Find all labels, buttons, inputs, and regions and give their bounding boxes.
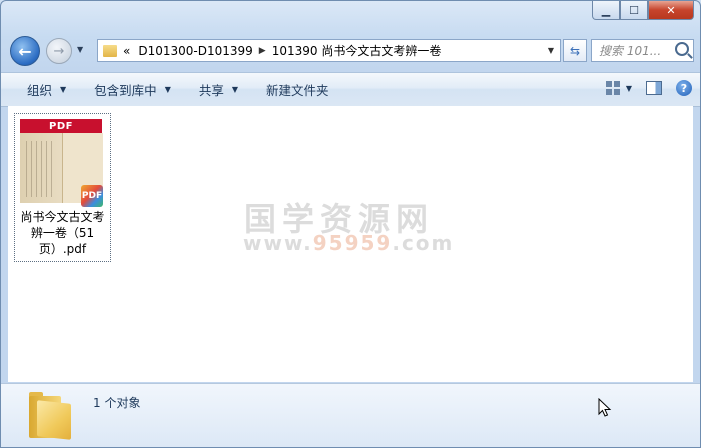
maximize-button[interactable]: ☐: [620, 1, 648, 20]
watermark-url-suffix: .com: [392, 231, 455, 255]
help-icon[interactable]: ?: [676, 80, 692, 96]
share-label: 共享: [198, 83, 224, 98]
breadcrumb-separator-icon[interactable]: ▶: [259, 46, 266, 56]
search-input[interactable]: [592, 42, 681, 59]
pdf-badge-icon: PDF: [81, 185, 103, 207]
explorer-window: ▁ ☐ ✕ ← → ▼ « D101300-D101399 ▶ 101390 尚…: [0, 0, 701, 448]
organize-label: 组织: [27, 83, 53, 98]
refresh-icon: ⇆: [569, 43, 581, 58]
address-segment-current[interactable]: 101390 尚书今文古文考辨一卷: [272, 42, 442, 59]
folder-icon: [103, 44, 117, 57]
organize-menu-button[interactable]: 组织 ▼: [13, 80, 80, 99]
include-in-library-button[interactable]: 包含到库中 ▼: [80, 80, 185, 99]
command-bar: 组织 ▼ 包含到库中 ▼ 共享 ▼ 新建文件夹 ▼ ?: [1, 72, 700, 107]
mouse-cursor-icon: [598, 397, 612, 418]
address-overflow-chevron[interactable]: «: [123, 44, 130, 58]
details-pane: 1 个对象: [1, 383, 700, 447]
address-segment-parent[interactable]: D101300-D101399: [138, 44, 252, 58]
preview-pane-icon[interactable]: [646, 81, 662, 95]
recent-pages-dropdown-icon[interactable]: ▼: [77, 45, 83, 54]
address-bar[interactable]: « D101300-D101399 ▶ 101390 尚书今文古文考辨一卷 ▼: [97, 39, 561, 62]
toolbar-right-group: ▼ ?: [605, 80, 692, 96]
file-name[interactable]: 尚书今文古文考辨一卷（51页）.pdf: [15, 209, 110, 257]
chevron-down-icon: ▼: [231, 85, 239, 94]
close-button[interactable]: ✕: [648, 1, 694, 20]
item-count: 1 个对象: [93, 396, 141, 410]
file-list-pane[interactable]: PDF PDF 尚书今文古文考辨一卷（51页）.pdf 国学资源网 www.95…: [8, 106, 693, 382]
folder-icon: [29, 392, 71, 440]
search-icon[interactable]: [675, 42, 689, 56]
forward-button[interactable]: →: [46, 38, 72, 64]
navigation-bar: ← → ▼ « D101300-D101399 ▶ 101390 尚书今文古文考…: [1, 35, 700, 66]
back-button[interactable]: ←: [10, 36, 40, 66]
file-item[interactable]: PDF PDF 尚书今文古文考辨一卷（51页）.pdf: [14, 113, 111, 262]
chevron-down-icon: ▼: [60, 85, 67, 94]
include-in-library-label: 包含到库中: [94, 83, 157, 98]
change-view-icon[interactable]: [605, 81, 620, 95]
watermark-url: www.95959.com: [243, 231, 454, 255]
scan-text-lines: [26, 141, 56, 197]
caption-buttons: ▁ ☐ ✕: [592, 1, 694, 20]
view-options-dropdown-icon[interactable]: ▼: [626, 84, 632, 93]
minimize-button[interactable]: ▁: [592, 1, 620, 20]
new-folder-button[interactable]: 新建文件夹: [252, 80, 343, 99]
refresh-button[interactable]: ⇆: [563, 39, 587, 62]
watermark-url-highlight: 95959: [312, 231, 393, 255]
search-box[interactable]: [591, 39, 694, 62]
chevron-down-icon: ▼: [164, 85, 171, 94]
new-folder-label: 新建文件夹: [266, 83, 329, 98]
address-history-dropdown-icon[interactable]: ▼: [548, 46, 554, 55]
share-button[interactable]: 共享 ▼: [185, 80, 252, 99]
pdf-thumbnail: PDF PDF: [20, 119, 103, 207]
watermark-url-prefix: www.: [243, 231, 313, 255]
pdf-thumbnail-band: PDF: [20, 119, 102, 133]
